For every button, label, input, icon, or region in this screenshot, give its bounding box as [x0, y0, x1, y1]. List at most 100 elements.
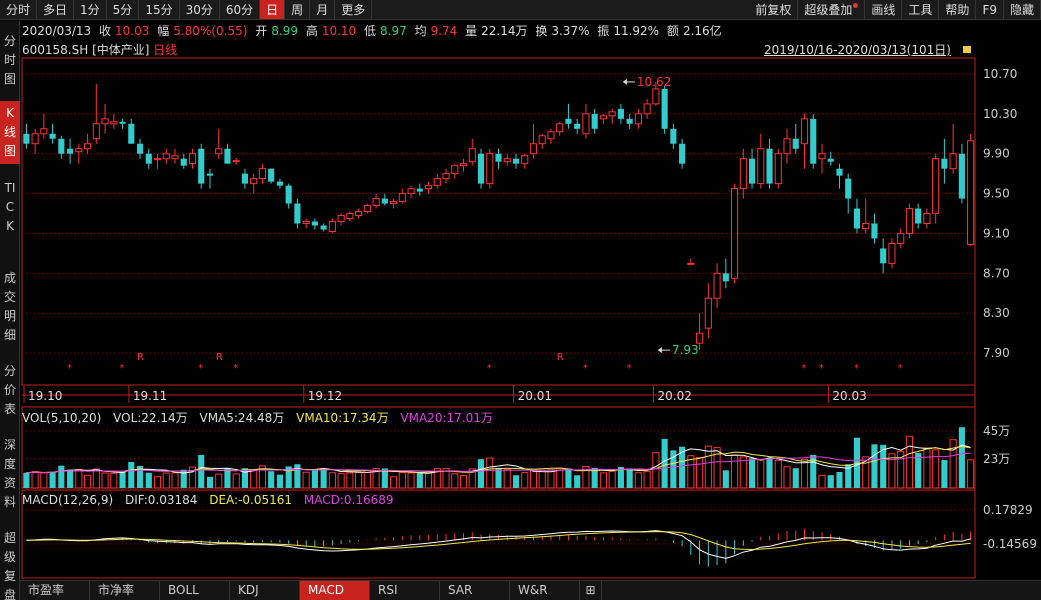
- macd-ytick-label: 0.17829: [983, 503, 1033, 517]
- chart-area[interactable]: 10.70 10.30 9.90 9.50 9.10 8.70 8.30 7.90 19.10 1…: [0, 0, 1041, 600]
- candle-body-down: [565, 118, 572, 124]
- volume-bar-up: [783, 466, 791, 489]
- candle-body-down: [670, 128, 677, 144]
- candle-body-down: [766, 148, 773, 184]
- signal-marker: *: [67, 363, 72, 374]
- candle-body-down: [294, 203, 301, 224]
- volume-bar-down: [836, 471, 843, 488]
- indicator-tab-3[interactable]: KDJ: [230, 581, 300, 600]
- volume-bar-up: [424, 471, 433, 489]
- indicator-tab-7[interactable]: W&R: [510, 581, 580, 600]
- volume-bar-up: [818, 474, 826, 489]
- signal-marker: *: [802, 363, 807, 374]
- candle-body-up: [390, 201, 398, 205]
- volume-bar-up: [250, 469, 258, 489]
- volume-bar-down: [722, 470, 729, 488]
- candle-body-up: [521, 155, 529, 165]
- volume-bar-up: [774, 459, 782, 489]
- volume-bar-down: [416, 472, 423, 488]
- volume-bar-up: [31, 471, 39, 489]
- indicator-tab-0[interactable]: 市盈率: [20, 581, 90, 600]
- candle-body-down: [198, 148, 205, 184]
- volume-bar-up: [888, 453, 896, 489]
- volume-bar-down: [477, 459, 485, 488]
- volume-bar-up: [704, 445, 712, 489]
- candle-body-up: [932, 158, 940, 215]
- kline-ytick-label: 9.50: [983, 187, 1010, 201]
- candle-body-down: [871, 223, 878, 239]
- candle-body-up: [739, 158, 747, 190]
- volume-bar-up: [608, 470, 616, 489]
- candle-body-up: [355, 211, 363, 217]
- volume-bar-up: [905, 435, 913, 489]
- annotation-arrowhead-icon: [657, 347, 662, 354]
- volume-header: VOL(5,10,20) VOL:22.14万 VMA5:24.48万 VMA1…: [22, 410, 501, 426]
- volume-bar-down: [827, 475, 834, 488]
- candle-body-down: [941, 158, 948, 169]
- volume-bar-up: [84, 474, 92, 489]
- candle-body-down: [224, 148, 231, 164]
- indicator-tab-5[interactable]: RSI: [370, 581, 440, 600]
- volume-bar-up: [739, 456, 747, 489]
- candle-body-down: [49, 133, 56, 139]
- candle-body-up: [643, 103, 651, 115]
- candle-body-down: [915, 208, 922, 224]
- candle-body-up: [258, 168, 266, 180]
- candle-body-down: [268, 168, 275, 182]
- candle-body-down: [792, 138, 799, 149]
- volume-bar-down: [320, 468, 327, 488]
- candle-body-up: [468, 148, 476, 163]
- candle-body-up: [75, 148, 83, 153]
- signal-marker: *: [627, 363, 632, 374]
- volume-bar-up: [634, 472, 642, 489]
- candle-body-up: [783, 138, 791, 155]
- signal-marker: *: [583, 363, 588, 374]
- candle-body-up: [905, 208, 913, 234]
- candle-body-up: [188, 153, 197, 165]
- add-indicator-icon[interactable]: ⊞: [580, 581, 602, 600]
- candle-body-up: [862, 222, 870, 229]
- candle-body-up: [84, 143, 92, 150]
- candle-body-down: [145, 153, 152, 164]
- candle-body-down: [136, 143, 144, 154]
- date-tick-label: 19.10: [28, 389, 62, 403]
- annotation-label: 7.93: [672, 343, 699, 357]
- date-tick-label: 19.11: [133, 389, 167, 403]
- indicator-tab-4[interactable]: MACD: [300, 581, 370, 600]
- candle-body-up: [372, 198, 380, 207]
- dif-value: DIF:0.03184: [124, 493, 198, 507]
- candle-body-down: [512, 158, 520, 164]
- volume-bar-up: [538, 469, 546, 489]
- candle-body-up: [363, 205, 371, 213]
- volume-bar-up: [652, 452, 660, 489]
- candle-body-down: [276, 181, 283, 186]
- candle-body-down: [119, 121, 126, 124]
- kline-ytick-label: 7.90: [983, 346, 1010, 360]
- candle-body-up: [608, 111, 616, 117]
- indicator-tab-2[interactable]: BOLL: [160, 581, 230, 600]
- candle-body-up: [459, 163, 468, 167]
- volume-bar-up: [529, 469, 538, 489]
- indicator-tab-6[interactable]: SAR: [440, 581, 510, 600]
- volume-bar-up: [451, 473, 459, 489]
- candle-body-up: [818, 153, 826, 160]
- volume-bar-down: [626, 468, 633, 488]
- indicator-tab-1[interactable]: 市净率: [90, 581, 160, 600]
- volume-bar-up: [355, 471, 363, 489]
- candle-body-up: [949, 153, 957, 170]
- volume-bar-up: [757, 459, 765, 489]
- volume-ma10-line: [26, 445, 971, 474]
- candle-body-up: [538, 135, 546, 145]
- volume-bar-down: [958, 427, 965, 488]
- candle-body-up: [337, 215, 345, 223]
- volume-bar-down: [58, 465, 65, 488]
- volume-bar-down: [206, 476, 214, 488]
- volume-bar-up: [932, 449, 940, 489]
- volume-bar-up: [215, 473, 223, 489]
- volume-bar-up: [687, 455, 695, 489]
- candle-body-down: [23, 133, 30, 144]
- kline-ytick-label: 8.30: [983, 306, 1010, 320]
- candle-body-down: [626, 118, 633, 124]
- candle-body-up: [250, 178, 258, 185]
- volume-bar-up: [153, 476, 162, 489]
